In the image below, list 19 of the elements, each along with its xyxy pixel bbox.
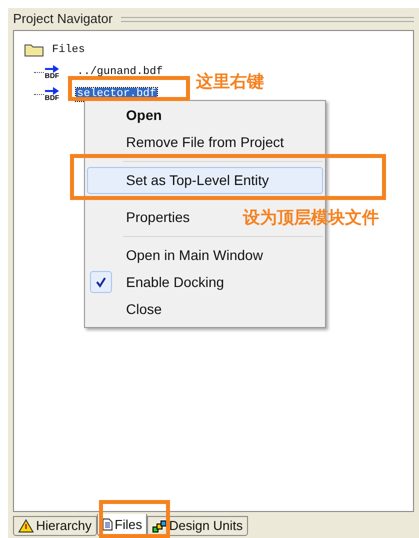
checkmark-icon	[90, 271, 112, 293]
menu-item[interactable]: Remove File from Project	[87, 129, 295, 156]
menu-item[interactable]: Open in Main Window	[87, 242, 274, 269]
tree-item[interactable]: Files	[52, 42, 86, 58]
menu-item[interactable]: Set as Top-Level Entity	[87, 167, 323, 194]
highlight-frame	[99, 500, 170, 538]
menu-item[interactable]: Enable Docking	[87, 269, 236, 296]
tree-item[interactable]: ../gunand.bdf	[76, 66, 164, 78]
menu-item[interactable]: Properties	[87, 204, 201, 231]
blocks-icon	[152, 520, 168, 532]
tab[interactable]: Hierarchy	[13, 516, 97, 536]
annotation-text: 这里右键	[196, 71, 264, 93]
panel-title: Project Navigator	[13, 10, 113, 28]
document-icon	[102, 518, 113, 531]
annotation-text: 设为顶层模块文件	[243, 207, 379, 229]
tab[interactable]: Design Units	[147, 516, 248, 536]
warning-triangle-icon	[18, 519, 34, 533]
menu-item[interactable]: Open	[87, 102, 173, 129]
menu-item[interactable]: Close	[87, 296, 173, 323]
